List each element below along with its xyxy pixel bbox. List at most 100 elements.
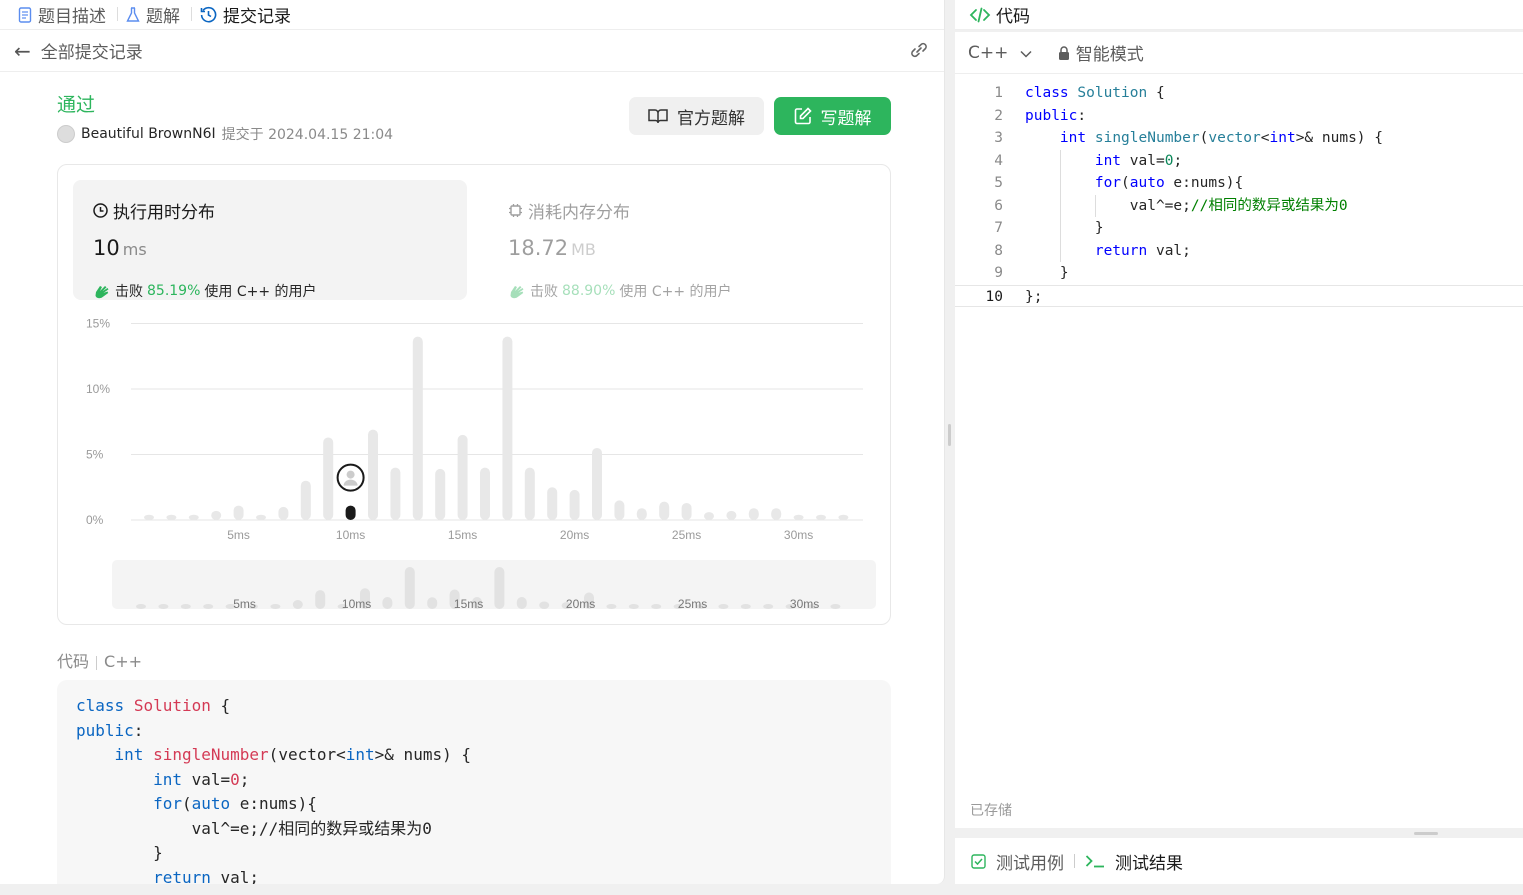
y-tick-label: 5% [86, 448, 104, 462]
overview-tick-label: 5ms [233, 597, 256, 611]
bar [480, 467, 490, 520]
overview-tick-label: 10ms [342, 597, 371, 611]
bar [278, 506, 289, 520]
bar [771, 508, 782, 520]
editor-line[interactable]: 2 public: [955, 105, 1523, 128]
submitted-code[interactable]: class Solution { public: int singleNumbe… [57, 680, 891, 884]
editor-line[interactable]: 8 return val; [955, 239, 1523, 262]
console-tab-divider [1074, 854, 1075, 868]
y-tick-label: 0% [86, 513, 104, 527]
terminal-icon [1085, 855, 1104, 868]
language-select[interactable]: C++ [968, 43, 1032, 63]
user-marker-head [346, 470, 355, 479]
tab-description[interactable]: 题目描述 [18, 2, 118, 27]
link-icon[interactable] [908, 40, 930, 60]
code-lang: C++ [104, 652, 142, 671]
overview-bar [516, 597, 527, 609]
overview-tick-label: 20ms [566, 597, 595, 611]
tab-test-result[interactable]: 测试结果 [1115, 849, 1183, 874]
editor-line[interactable]: 5 for(auto e:nums){ [955, 172, 1523, 195]
write-solution-button[interactable]: 写题解 [774, 97, 891, 135]
checkbox-icon [971, 853, 986, 869]
editor-line[interactable]: 9 } [955, 262, 1523, 285]
indent-guide [1059, 172, 1061, 195]
editor-line[interactable]: 6 val^=e;//相同的数异或结果为0 [955, 194, 1523, 217]
runtime-distribution-chart[interactable]: 0% 5% 10% 15% 5ms 10ms 15ms 20ms 25ms 30ms 5ms 10ms… [58, 165, 892, 626]
avatar[interactable] [57, 125, 75, 143]
lock-icon [1058, 46, 1069, 60]
overview-bar [315, 590, 326, 609]
editor-code-text: public: [1025, 107, 1087, 124]
tab-submissions-label: 提交记录 [223, 7, 291, 27]
y-tick-label: 15% [86, 317, 110, 331]
bar [569, 489, 580, 520]
tab-solutions[interactable]: 题解 [126, 2, 192, 27]
editor-code-text: return val; [1094, 242, 1191, 259]
overview-tick-label: 15ms [454, 597, 483, 611]
range-slider [112, 560, 876, 609]
bar [345, 505, 356, 520]
line-number: 4 [994, 152, 1003, 169]
official-solution-button[interactable]: 官方题解 [629, 97, 764, 135]
bar [547, 487, 558, 520]
editor-line[interactable]: 4 int val=0; [955, 149, 1523, 172]
x-tick-label: 30ms [784, 528, 813, 542]
bar [614, 500, 625, 520]
line-number: 6 [994, 197, 1003, 214]
code-icon [969, 7, 991, 22]
indent-guide [1094, 194, 1096, 217]
tab-testcase[interactable]: 测试用例 [996, 849, 1064, 874]
submitter-name[interactable]: Beautiful BrownN6I [81, 126, 216, 142]
bar [166, 514, 177, 520]
editor-header: 代码 [955, 0, 1523, 30]
overview-bar [539, 601, 550, 609]
console-tabs: 测试用例 测试结果 [955, 838, 1523, 884]
editor-code-text: class Solution { [1025, 85, 1165, 101]
overview-bar [628, 604, 639, 609]
overview-bar [494, 567, 505, 609]
line-number: 3 [994, 130, 1003, 146]
line-number: 9 [994, 265, 1003, 281]
editor-line[interactable]: 10}; [955, 284, 1523, 307]
language-select-value: C++ [968, 42, 1009, 63]
bar [144, 514, 154, 520]
tab-submissions[interactable]: 提交记录 [200, 2, 303, 27]
overview-tick-label: 30ms [790, 597, 819, 611]
bar [793, 514, 804, 520]
editor-line[interactable]: 7 } [955, 217, 1523, 240]
line-number: 2 [994, 107, 1003, 124]
vertical-resize-handle[interactable] [948, 424, 951, 446]
overview-bar [270, 604, 281, 609]
x-tick-label: 10ms [336, 528, 365, 542]
edit-icon [794, 107, 812, 125]
editor-code-text: val^=e;//相同的数异或结果为0 [1025, 197, 1348, 214]
overview-bar [136, 604, 146, 609]
editor-line[interactable]: 1 class Solution { [955, 82, 1523, 105]
overview-bar [382, 597, 393, 609]
editor-code-text: } [1025, 265, 1069, 281]
code-label-text: 代码 [57, 652, 90, 671]
flask-icon [126, 6, 140, 22]
smart-mode[interactable]: 智能模式 [1058, 40, 1144, 65]
line-number: 10 [985, 288, 1003, 305]
overview-bar [292, 600, 303, 609]
bar [838, 514, 849, 520]
indent-guide [1059, 194, 1061, 217]
submission-subbar: ← 全部提交记录 [0, 30, 944, 72]
bar [524, 467, 535, 520]
overview-bar [427, 597, 438, 609]
back-arrow-icon[interactable]: ← [14, 39, 31, 63]
code-editor[interactable]: 1 class Solution { 2 public: 3 int singleNum… [955, 82, 1523, 307]
bar [748, 508, 759, 520]
left-tab-bar: 题目描述 题解 提交记录 [0, 0, 944, 30]
horizontal-resize-handle[interactable] [1414, 832, 1438, 835]
overview-bar [651, 604, 662, 609]
overview-bar [606, 604, 617, 609]
editor-line[interactable]: 3 int singleNumber(vector<int>& nums) { [955, 127, 1523, 150]
bar [256, 514, 266, 520]
x-tick-label: 15ms [448, 528, 477, 542]
smart-mode-label: 智能模式 [1075, 45, 1144, 65]
all-submissions-link[interactable]: 全部提交记录 [41, 38, 143, 63]
indent-guide [1059, 217, 1061, 240]
bar [726, 510, 737, 520]
